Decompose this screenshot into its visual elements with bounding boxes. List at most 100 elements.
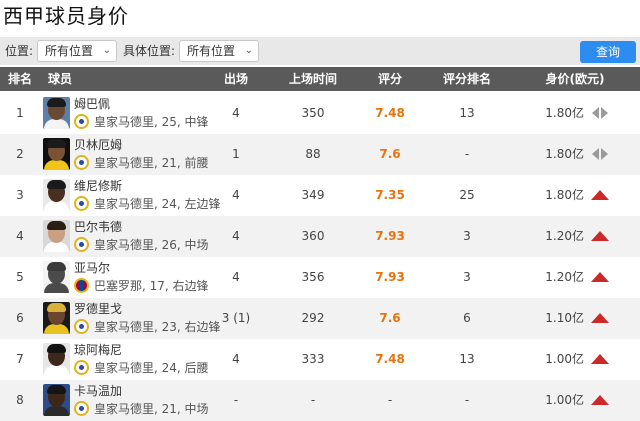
rank-cell: 8: [16, 393, 24, 407]
player-avatar[interactable]: [43, 384, 70, 416]
rating-rank-cell: -: [464, 393, 470, 407]
column-header-value[interactable]: 身价(欧元): [535, 67, 615, 91]
player-name-link[interactable]: 卡马温加: [74, 383, 122, 399]
avatar-shoulders: [44, 283, 69, 293]
column-header-apps[interactable]: 出场: [215, 67, 257, 91]
apps-cell: 4: [232, 106, 240, 120]
position-select[interactable]: 所有位置 ⌄: [37, 40, 117, 62]
rank-cell: 5: [16, 270, 24, 284]
trend-up-icon: [591, 354, 609, 364]
avatar-shoulders: [44, 406, 69, 416]
table-row[interactable]: 8 卡马温加 皇家马德里, 21, 中场 - - - - 1.00亿: [0, 380, 640, 421]
player-name-link[interactable]: 亚马尔: [74, 260, 110, 276]
trend-up-icon: [591, 272, 609, 282]
player-info: 巴塞罗那, 17, 右边锋: [94, 279, 209, 293]
column-header-player[interactable]: 球员: [40, 67, 80, 91]
detail-position-select-value: 所有位置: [187, 44, 236, 58]
avatar-hair: [47, 221, 66, 230]
table-row[interactable]: 6 罗德里戈 皇家马德里, 23, 右边锋 3 (1) 292 7.6 6 1.10亿: [0, 298, 640, 339]
player-avatar[interactable]: [43, 220, 70, 252]
rating-rank-cell: 13: [459, 352, 475, 366]
player-avatar[interactable]: [43, 97, 70, 129]
market-value-cell: 1.80亿: [545, 147, 584, 161]
market-value-cell: 1.80亿: [545, 106, 584, 120]
column-header-rank[interactable]: 排名: [0, 67, 40, 91]
trend-up-icon: [591, 190, 609, 200]
player-avatar[interactable]: [43, 343, 70, 375]
player-info: 皇家马德里, 26, 中场: [94, 238, 209, 252]
player-avatar[interactable]: [43, 261, 70, 293]
query-button[interactable]: 查询: [580, 41, 636, 63]
market-value-cell: 1.20亿: [545, 270, 584, 284]
real-madrid-crest-icon: [74, 401, 89, 416]
rating-cell: -: [387, 393, 393, 407]
player-name-link[interactable]: 琼阿梅尼: [74, 342, 122, 358]
market-value-cell: 1.00亿: [545, 352, 584, 366]
minutes-cell: 349: [301, 188, 325, 202]
column-header-rating[interactable]: 评分: [365, 67, 415, 91]
real-madrid-crest-icon: [74, 155, 89, 170]
page: 西甲球员身价 位置: 所有位置 ⌄ 具体位置: 所有位置 ⌄ 查询 排名 球员 …: [0, 0, 640, 421]
avatar-hair: [47, 98, 66, 107]
table-row[interactable]: 2 贝林厄姆 皇家马德里, 21, 前腰 1 88 7.6 - 1.80亿: [0, 134, 640, 175]
market-value-cell: 1.00亿: [545, 393, 584, 407]
apps-cell: 4: [232, 352, 240, 366]
rank-cell: 1: [16, 106, 24, 120]
trend-up-icon: [591, 313, 609, 323]
market-value-cell: 1.10亿: [545, 311, 584, 325]
real-madrid-crest-icon: [74, 196, 89, 211]
avatar-hair: [47, 139, 66, 148]
player-info: 皇家马德里, 25, 中锋: [94, 115, 209, 129]
market-value-cell: 1.20亿: [545, 229, 584, 243]
avatar-hair: [47, 344, 66, 353]
minutes-cell: 292: [301, 311, 325, 325]
avatar-shoulders: [44, 242, 69, 252]
apps-cell: 1: [232, 147, 240, 161]
rating-rank-cell: 25: [459, 188, 475, 202]
avatar-shoulders: [44, 365, 69, 375]
rating-cell: 7.6: [379, 147, 401, 161]
table-row[interactable]: 4 巴尔韦德 皇家马德里, 26, 中场 4 360 7.93 3 1.20亿: [0, 216, 640, 257]
rating-rank-cell: 13: [459, 106, 475, 120]
rating-cell: 7.93: [375, 229, 405, 243]
player-name-link[interactable]: 罗德里戈: [74, 301, 122, 317]
player-info: 皇家马德里, 24, 左边锋: [94, 197, 221, 211]
table-row[interactable]: 5 亚马尔 巴塞罗那, 17, 右边锋 4 356 7.93 3 1.20亿: [0, 257, 640, 298]
player-name-link[interactable]: 姆巴佩: [74, 96, 110, 112]
rank-cell: 2: [16, 147, 24, 161]
apps-cell: 3 (1): [221, 311, 251, 325]
player-avatar[interactable]: [43, 179, 70, 211]
player-name-link[interactable]: 维尼修斯: [74, 178, 122, 194]
player-name-link[interactable]: 贝林厄姆: [74, 137, 122, 153]
table-row[interactable]: 3 维尼修斯 皇家马德里, 24, 左边锋 4 349 7.35 25 1.80亿: [0, 175, 640, 216]
column-header-minutes[interactable]: 上场时间: [275, 67, 351, 91]
table-row[interactable]: 1 姆巴佩 皇家马德里, 25, 中锋 4 350 7.48 13 1.80亿: [0, 93, 640, 134]
avatar-hair: [47, 262, 66, 271]
page-title: 西甲球员身价: [3, 4, 129, 28]
table-row[interactable]: 7 琼阿梅尼 皇家马德里, 24, 后腰 4 333 7.48 13 1.00亿: [0, 339, 640, 380]
trend-up-icon: [591, 395, 609, 405]
detail-position-select[interactable]: 所有位置 ⌄: [179, 40, 259, 62]
trend-flat-icon: [592, 148, 608, 160]
rank-cell: 4: [16, 229, 24, 243]
rank-cell: 6: [16, 311, 24, 325]
player-avatar[interactable]: [43, 302, 70, 334]
position-label: 位置:: [5, 44, 34, 58]
real-madrid-crest-icon: [74, 237, 89, 252]
player-name-link[interactable]: 巴尔韦德: [74, 219, 122, 235]
apps-cell: 4: [232, 188, 240, 202]
market-value-cell: 1.80亿: [545, 188, 584, 202]
player-avatar[interactable]: [43, 138, 70, 170]
avatar-hair: [47, 180, 66, 189]
barcelona-crest-icon: [74, 278, 89, 293]
chevron-down-icon: ⌄: [244, 45, 253, 56]
rating-cell: 7.48: [375, 352, 405, 366]
apps-cell: 4: [232, 270, 240, 284]
rating-rank-cell: -: [464, 147, 470, 161]
filter-bar: 位置: 所有位置 ⌄ 具体位置: 所有位置 ⌄: [0, 37, 640, 65]
minutes-cell: -: [310, 393, 316, 407]
player-info: 皇家马德里, 23, 右边锋: [94, 320, 221, 334]
rating-rank-cell: 3: [463, 270, 471, 284]
avatar-shoulders: [44, 119, 69, 129]
column-header-rating-rank[interactable]: 评分排名: [432, 67, 502, 91]
